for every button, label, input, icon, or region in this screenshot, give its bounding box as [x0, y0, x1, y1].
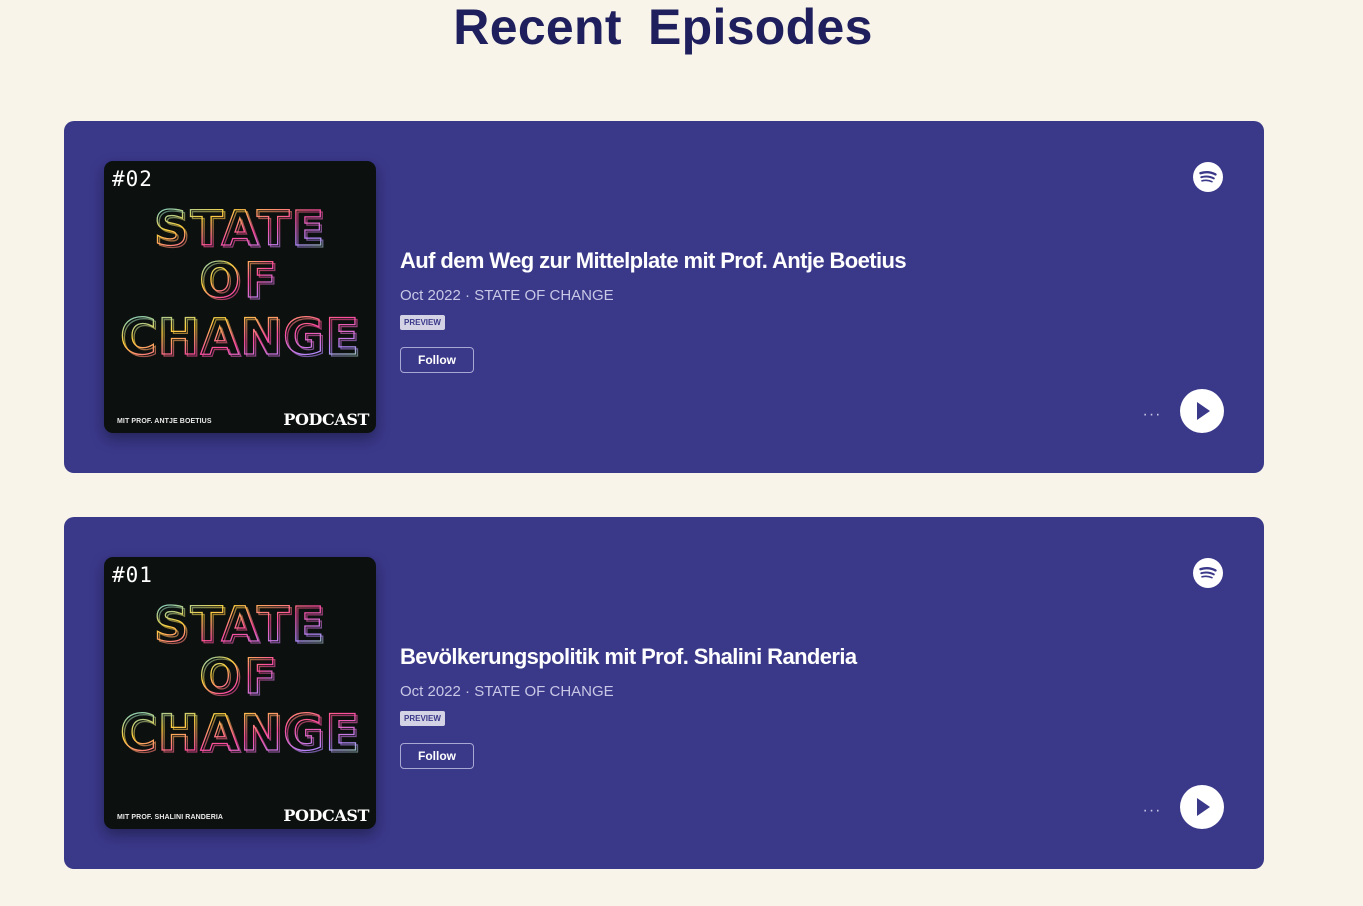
cover-podcast-label: PODCAST: [283, 410, 369, 429]
cover-art-line: OF: [201, 651, 283, 707]
page-title: Recent Episodes: [453, 0, 873, 55]
cover-episode-number: #02: [112, 167, 153, 191]
episode-title[interactable]: Auf dem Weg zur Mittelplate mit Prof. An…: [400, 248, 907, 274]
episode-card: #02 STATE STATE OF OF CHANGE CHANGE MIT …: [64, 121, 1264, 473]
cover-art-line: STATE: [156, 203, 329, 259]
cover-title-art: STATE STATE OF OF CHANGE CHANGE: [119, 596, 362, 764]
more-options-button[interactable]: ···: [1140, 799, 1164, 823]
cover-art-line: CHANGE: [122, 706, 362, 764]
cover-art-line: STATE: [156, 599, 329, 655]
spotify-icon[interactable]: [1193, 162, 1223, 192]
follow-button[interactable]: Follow: [400, 743, 474, 769]
cover-art-line: CHANGE: [122, 310, 362, 368]
cover-host-name: MIT PROF. SHALINI RANDERIA: [117, 814, 224, 821]
episode-meta: Oct 2022 · STATE OF CHANGE: [400, 287, 614, 304]
cover-title-art: STATE STATE OF OF CHANGE CHANGE: [119, 200, 362, 368]
episode-cover-art: #02 STATE STATE OF OF CHANGE CHANGE MIT …: [104, 161, 376, 433]
cover-host-name: MIT PROF. ANTJE BOETIUS: [117, 418, 212, 425]
more-options-button[interactable]: ···: [1140, 403, 1164, 427]
episode-cover-art: #01 STATE STATE OF OF CHANGE CHANGE MIT …: [104, 557, 376, 829]
play-icon: [1197, 798, 1210, 816]
preview-badge: PREVIEW: [400, 315, 445, 330]
play-button[interactable]: [1180, 389, 1224, 433]
follow-button[interactable]: Follow: [400, 347, 474, 373]
cover-episode-number: #01: [112, 563, 153, 587]
episode-card: #01 STATE STATE OF OF CHANGE CHANGE MIT …: [64, 517, 1264, 869]
play-icon: [1197, 402, 1210, 420]
cover-podcast-label: PODCAST: [283, 806, 369, 825]
episode-meta: Oct 2022 · STATE OF CHANGE: [400, 683, 614, 700]
play-button[interactable]: [1180, 785, 1224, 829]
preview-badge: PREVIEW: [400, 711, 445, 726]
spotify-icon[interactable]: [1193, 558, 1223, 588]
cover-art-line: OF: [201, 255, 283, 311]
episode-title[interactable]: Bevölkerungspolitik mit Prof. Shalini Ra…: [400, 644, 857, 670]
